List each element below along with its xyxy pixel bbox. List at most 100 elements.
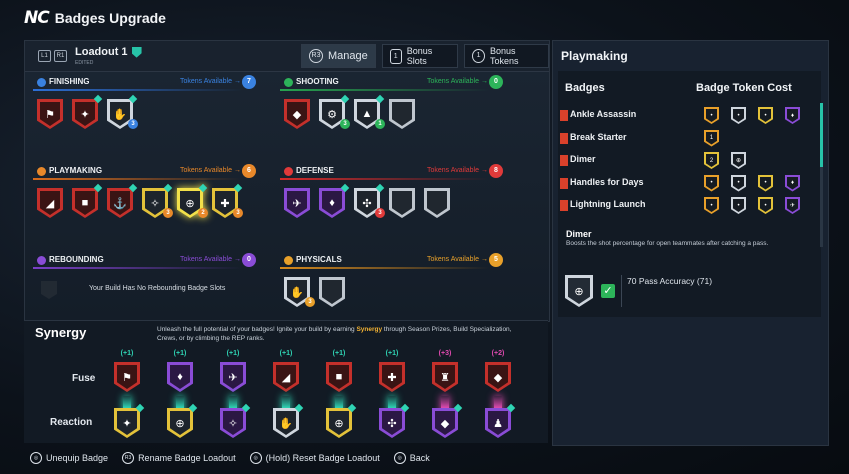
tab-bonus-slots[interactable]: 1 Bonus Slots <box>381 44 459 68</box>
badge-row-break-starter[interactable]: Break Starter 1 <box>558 129 808 148</box>
fuse-badge: ♜ <box>432 362 458 392</box>
badge-slots: ◢ ■ ⚓ ✧ 3 ⊕ 2 ✚ 3 <box>37 183 243 218</box>
rebounding-icon <box>37 256 46 265</box>
empty-badge-slot[interactable] <box>389 188 415 218</box>
synergy-column[interactable]: (+3) ♜ ◆ <box>429 350 463 442</box>
category-name: PLAYMAKING <box>49 166 103 175</box>
category-underline <box>280 267 489 269</box>
badge-slot[interactable]: ◆ <box>284 99 310 129</box>
hint-back[interactable]: ◎ Back <box>393 452 430 464</box>
badge-slot[interactable]: ⚙ 3 <box>319 94 350 129</box>
prev-loadout-button[interactable]: L1 <box>38 50 51 62</box>
token-level-badge: 3 <box>340 119 350 129</box>
synergy-column[interactable]: (+1) ✈ ✧ <box>217 350 251 442</box>
page-title: Badges Upgrade <box>54 10 166 26</box>
loadout-name-text: Loadout 1 <box>75 46 128 58</box>
empty-badge-slot[interactable] <box>424 188 450 218</box>
badge-slot[interactable]: ⚑ <box>37 99 63 129</box>
token-cost-icon: • <box>758 174 773 192</box>
badge-slot[interactable]: ✈ <box>284 188 310 218</box>
reaction-badge: ✧ <box>220 403 251 438</box>
synergy-desc-text: Unleash the full potential of your badge… <box>157 326 357 333</box>
hint-label: (Hold) Reset Badge Loadout <box>265 453 380 463</box>
badge-slot[interactable]: ▲ 1 <box>354 94 385 129</box>
empty-badge-slot[interactable] <box>389 99 415 129</box>
token-cost-icon: 2 <box>704 152 719 169</box>
bonus-token-icon: 1 <box>472 49 485 63</box>
reaction-badge: ✋ <box>273 403 304 438</box>
reaction-badge: ♟ <box>485 403 516 438</box>
reaction-label: Reaction <box>50 417 93 428</box>
badge-marker-icon <box>560 200 568 211</box>
badge-name: Dimer <box>570 154 596 164</box>
badge-slot[interactable]: ✦ <box>72 94 103 129</box>
badge-name: Ankle Assassin <box>570 109 637 119</box>
scroll-thumb[interactable] <box>820 103 823 167</box>
tab-manage[interactable]: R3 Manage <box>301 44 376 68</box>
badge-row-handles-for-days[interactable]: Handles for Days • • • ♦ <box>558 174 808 193</box>
arrow-right-icon: → <box>234 256 241 263</box>
category-rebounding: REBOUNDING Tokens Available → 0 Your Bui… <box>33 253 258 323</box>
token-cost-icon: ♦ <box>785 107 800 124</box>
category-underline <box>33 89 242 91</box>
tokens-available-count: 6 <box>242 164 256 178</box>
defense-icon <box>284 167 293 176</box>
tab-bonus-tokens[interactable]: 1 Bonus Tokens <box>464 44 549 68</box>
synergy-highlight: Synergy <box>356 326 383 333</box>
arrow-right-icon: → <box>481 167 488 174</box>
hint-unequip-badge[interactable]: ◎ Unequip Badge <box>30 452 108 464</box>
shield-icon <box>131 46 142 58</box>
next-loadout-button[interactable]: R1 <box>54 50 67 62</box>
controller-button-icon: ◎ <box>30 452 42 464</box>
badge-slot[interactable]: ✋ 3 <box>284 277 315 307</box>
synergy-boost: (+1) <box>120 350 134 357</box>
category-name: FINISHING <box>49 77 90 86</box>
synergy-column[interactable]: (+1) ■ ⊕ <box>323 350 357 442</box>
category-defense: DEFENSE Tokens Available → 8 ✈ ♦ ✣ 3 <box>280 164 505 234</box>
category-header: FINISHING Tokens Available → 7 <box>33 75 258 93</box>
synergy-column[interactable]: (+1) ⚑ ✦ <box>111 350 145 442</box>
category-header: REBOUNDING Tokens Available → 0 <box>33 253 258 271</box>
token-cost-icon: • <box>704 174 719 192</box>
synergy-column[interactable]: (+1) ◢ ✋ <box>270 350 304 442</box>
tokens-available-count: 0 <box>242 253 256 267</box>
badge-slot[interactable]: ✋ 3 <box>107 94 138 129</box>
badge-slot[interactable]: ✣ 3 <box>354 183 385 218</box>
token-cost-icon: ✈ <box>785 197 800 214</box>
synergy-column[interactable]: (+2) ◆ ♟ <box>482 350 516 442</box>
badge-slot[interactable]: ✚ 3 <box>212 183 243 218</box>
loadout-name[interactable]: Loadout 1 <box>75 46 142 58</box>
badge-slot[interactable]: ⚓ <box>107 183 138 218</box>
badge-slot[interactable]: ◢ <box>37 188 63 218</box>
badge-row-dimer[interactable]: Dimer 2 ⊕ <box>558 152 808 170</box>
badge-slot[interactable]: ✧ 3 <box>142 183 173 218</box>
category-name: REBOUNDING <box>49 255 104 264</box>
synergy-column[interactable]: (+1) ♦ ⊕ <box>164 350 198 442</box>
badge-slot[interactable]: ⊕ 2 <box>177 183 208 218</box>
hint-label: Back <box>409 453 430 463</box>
tokens-available-count: 0 <box>489 75 503 89</box>
reaction-badge: ✦ <box>114 403 145 438</box>
badge-slots: ◆ ⚙ 3 ▲ 1 <box>284 94 415 129</box>
badge-slot[interactable]: ♦ <box>319 183 350 218</box>
synergy-title: Synergy <box>35 325 87 340</box>
badge-slots: ✈ ♦ ✣ 3 <box>284 183 450 218</box>
tab-label: Bonus Tokens <box>489 46 519 66</box>
token-cost-icon: • <box>758 197 773 214</box>
badge-row-lightning-launch[interactable]: Lightning Launch • • • ✈ <box>558 197 808 215</box>
token-cost-icon: • <box>704 197 719 214</box>
loadout-status: EDITED <box>75 60 94 66</box>
no-slots-message: Your Build Has No Rebounding Badge Slots <box>89 285 226 292</box>
empty-badge-slot[interactable] <box>319 277 345 307</box>
category-finishing: FINISHING Tokens Available → 7 ⚑ ✦ ✋ 3 <box>33 75 258 145</box>
badge-slot[interactable]: ■ <box>72 183 103 218</box>
category-underline <box>33 178 242 180</box>
badge-row-ankle-assassin[interactable]: Ankle Assassin • • • ♦ <box>558 107 808 125</box>
token-cost-icon: 1 <box>704 129 719 147</box>
synergy-column[interactable]: (+1) ✚ ✣ <box>376 350 410 442</box>
token-cost-icon: • <box>731 197 746 214</box>
badge-list-scrollbar[interactable] <box>820 103 823 247</box>
hint-rename-badge-loadout[interactable]: R3 Rename Badge Loadout <box>122 452 236 464</box>
category-playmaking: PLAYMAKING Tokens Available → 6 ◢ ■ ⚓ ✧ … <box>33 164 258 234</box>
hint-hold-reset-badge-loadout[interactable]: ◎ (Hold) Reset Badge Loadout <box>249 452 380 464</box>
